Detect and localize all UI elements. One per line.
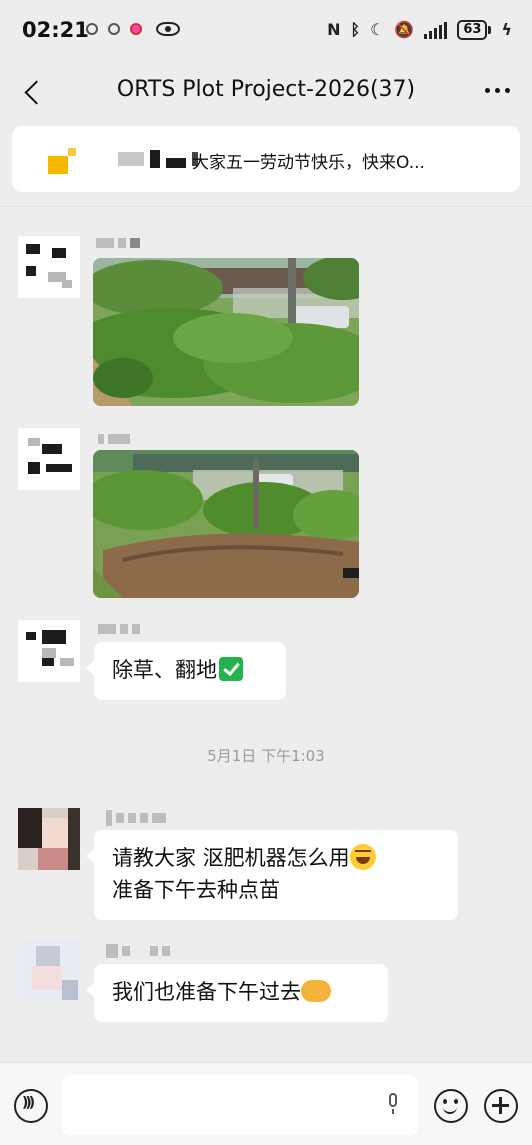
message-text: 我们也准备下午过去 bbox=[112, 980, 301, 1004]
message-text: 除草、翻地 bbox=[112, 658, 217, 682]
app-notification-icon bbox=[108, 23, 120, 35]
notification-icons bbox=[86, 22, 180, 36]
mute-icon: 🔕 bbox=[394, 20, 415, 39]
handshake-icon bbox=[301, 980, 331, 1002]
check-mark-icon bbox=[219, 657, 243, 681]
status-time: 02:21 bbox=[22, 18, 89, 42]
timestamp: 5月1日 下午1:03 bbox=[207, 747, 325, 765]
more-icon[interactable] bbox=[485, 88, 510, 93]
sender-name-blurred bbox=[98, 434, 130, 444]
avatar[interactable] bbox=[18, 940, 80, 1002]
charging-icon: ϟ bbox=[501, 20, 512, 39]
message-bubble[interactable]: 请教大家 沤肥机器怎么用 准备下午去种点苗 bbox=[86, 830, 458, 920]
nfc-icon: N bbox=[327, 20, 341, 39]
avatar[interactable] bbox=[18, 236, 80, 298]
battery-level: 63 bbox=[457, 20, 488, 40]
message-text-line: 准备下午去种点苗 bbox=[112, 878, 280, 902]
garden-tilled-image bbox=[93, 450, 359, 598]
sender-name-blurred bbox=[98, 624, 140, 634]
moon-icon: ☾ bbox=[370, 20, 385, 39]
status-bar: 02:21 N ᛒ ☾ 🔕 63 ϟ bbox=[0, 0, 532, 62]
eye-icon bbox=[156, 22, 180, 36]
message-text-line: 请教大家 沤肥机器怎么用 bbox=[112, 846, 350, 870]
bluetooth-icon: ᛒ bbox=[350, 20, 361, 39]
pinned-message-text: 大家五一劳动节快乐，快来O... bbox=[192, 153, 425, 173]
garden-photo[interactable] bbox=[93, 258, 359, 406]
voice-toggle-button[interactable] bbox=[14, 1089, 48, 1123]
avatar[interactable] bbox=[18, 428, 80, 490]
message-input[interactable] bbox=[62, 1075, 418, 1135]
avatar[interactable] bbox=[18, 620, 80, 682]
battery-icon: 63 bbox=[457, 20, 492, 40]
garden-photo[interactable] bbox=[93, 450, 359, 598]
laughing-face-icon bbox=[349, 844, 376, 870]
chat-header: ORTS Plot Project-2026(37) bbox=[0, 62, 532, 122]
more-actions-button[interactable] bbox=[484, 1089, 518, 1123]
chat-title: ORTS Plot Project-2026(37) bbox=[116, 77, 416, 102]
sender-name-blurred bbox=[96, 238, 140, 248]
group-avatar-icon bbox=[48, 148, 76, 174]
system-icons: N ᛒ ☾ 🔕 63 ϟ bbox=[327, 20, 512, 40]
garden-weeds-image bbox=[93, 258, 359, 406]
divider bbox=[0, 206, 532, 207]
pinned-sender-name-blurred bbox=[118, 150, 198, 168]
sender-name-blurred bbox=[106, 944, 170, 958]
pinned-message-banner[interactable]: 大家五一劳动节快乐，快来O... bbox=[12, 126, 520, 192]
avatar[interactable] bbox=[18, 808, 80, 870]
microphone-icon[interactable] bbox=[386, 1093, 400, 1115]
app-notification-icon bbox=[86, 23, 98, 35]
message-bubble[interactable]: 除草、翻地 bbox=[86, 642, 286, 700]
app-notification-icon bbox=[130, 23, 142, 35]
sender-name-blurred bbox=[106, 810, 166, 826]
message-input-bar bbox=[0, 1062, 532, 1145]
message-bubble[interactable]: 我们也准备下午过去 bbox=[86, 964, 388, 1022]
signal-icon bbox=[424, 21, 448, 39]
emoji-button[interactable] bbox=[434, 1089, 468, 1123]
